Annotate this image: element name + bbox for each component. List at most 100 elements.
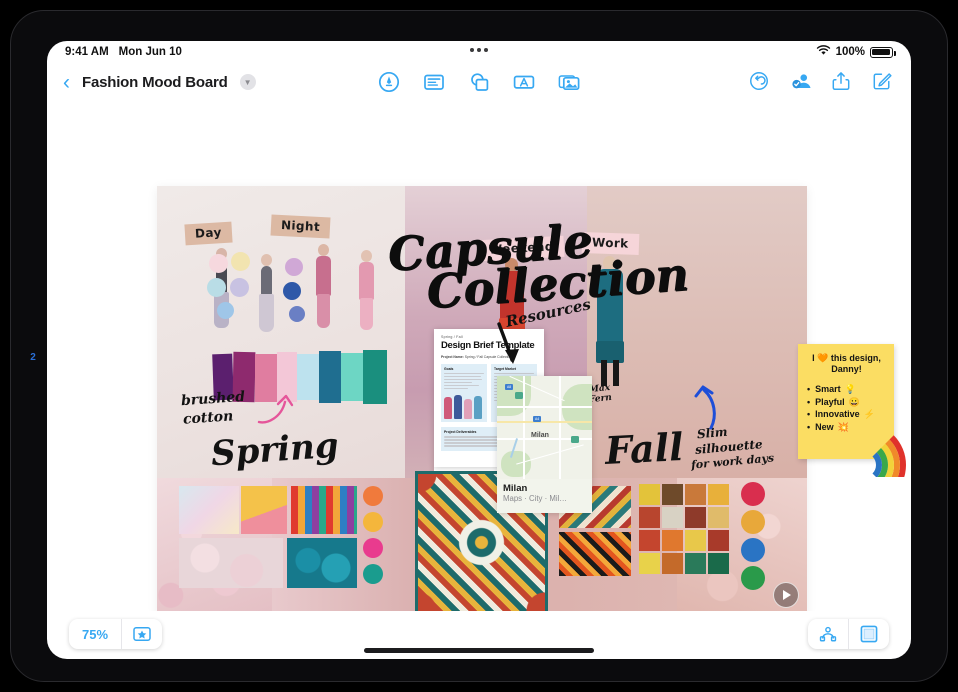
color-dot <box>363 538 383 558</box>
color-tile <box>662 553 683 574</box>
document-title[interactable]: Fashion Mood Board <box>82 74 228 91</box>
map-card-footer: Milan Maps · City · Mil… <box>497 479 592 513</box>
color-tile <box>639 530 660 551</box>
zoom-controls: 75% <box>69 619 163 649</box>
battery-icon <box>870 46 896 58</box>
map-card-title: Milan <box>503 483 528 494</box>
color-tile <box>685 507 706 528</box>
multitask-handle[interactable] <box>470 48 488 52</box>
color-dot <box>283 282 301 300</box>
bullet-text: New <box>815 422 834 433</box>
markup-pen-tool[interactable] <box>377 70 401 94</box>
handwriting-fall: Fall <box>603 423 685 474</box>
collage-photo <box>287 538 357 588</box>
device-bezel: 2 9:41 AM Mon Jun 10 100% ‹ Fashion Mood… <box>10 10 948 682</box>
navigation-bar: ‹ Fashion Mood Board ▼ <box>47 63 911 101</box>
play-button[interactable] <box>773 582 799 608</box>
media-tool[interactable] <box>557 70 581 94</box>
fashion-sketch-night-2 <box>349 250 383 332</box>
doc-column-goals: Goals <box>441 364 487 423</box>
color-tile <box>685 530 706 551</box>
status-bar-right: 100% <box>816 45 896 59</box>
mood-board[interactable]: Day Night Weekend Work brushed cotton Sp… <box>157 186 807 611</box>
color-tile <box>708 553 729 574</box>
color-dot <box>217 302 234 319</box>
color-dot <box>289 306 305 322</box>
zoom-level[interactable]: 75% <box>69 627 121 642</box>
fabric-swatch <box>341 353 363 401</box>
share-button[interactable] <box>830 70 854 94</box>
collage-photo <box>179 538 283 588</box>
handle-dot <box>484 48 488 52</box>
nav-left-group: ‹ Fashion Mood Board ▼ <box>63 72 256 93</box>
bottom-bar: 75% <box>47 611 911 659</box>
sticky-note[interactable]: I 🧡 this design, Danny! Smart 💡 Playful … <box>798 344 906 477</box>
color-tile <box>639 553 660 574</box>
sticky-bullet-new: New 💥 <box>807 421 886 434</box>
bullet-text: Smart <box>815 383 841 394</box>
status-bar-left: 9:41 AM Mon Jun 10 <box>65 46 182 58</box>
battery-percent: 100% <box>835 46 865 58</box>
play-triangle-icon <box>783 590 791 600</box>
resources-arrow-icon <box>497 322 519 364</box>
collage-photo <box>559 532 631 576</box>
handle-dot <box>477 48 481 52</box>
fashion-sketch-night <box>305 244 341 330</box>
map-city-label: Milan <box>531 432 549 439</box>
color-tile <box>639 484 660 505</box>
status-bar: 9:41 AM Mon Jun 10 100% <box>47 41 911 63</box>
color-dot <box>285 258 303 276</box>
view-controls <box>808 619 889 649</box>
compose-button[interactable] <box>871 70 895 94</box>
collage-photo <box>179 486 239 534</box>
map-card-subtitle-text: Maps · City · Mil… <box>503 494 568 503</box>
color-dot <box>363 512 383 532</box>
tape-label-night[interactable]: Night <box>270 214 331 239</box>
page-number-marker: 2 <box>30 351 36 363</box>
chevron-down-icon[interactable]: ▼ <box>239 74 256 90</box>
doc-col2-heading: Target Market <box>494 367 516 371</box>
bolt-icon: ⚡ <box>863 409 875 420</box>
status-date: Mon Jun 10 <box>118 46 182 58</box>
fabric-swatch <box>363 350 387 404</box>
burst-icon: 💥 <box>837 422 849 433</box>
fabric-swatch <box>297 354 319 400</box>
bullet-text: Innovative <box>815 409 860 420</box>
star-rect-icon <box>133 627 151 641</box>
tape-label-day[interactable]: Day <box>184 221 233 246</box>
undo-button[interactable] <box>748 70 772 94</box>
color-dot <box>363 486 383 506</box>
color-dot <box>230 278 249 297</box>
sticky-note-tool[interactable] <box>422 70 446 94</box>
color-tile <box>685 553 706 574</box>
collaborate-button[interactable] <box>789 70 813 94</box>
sticky-note-heading: I 🧡 this design, Danny! <box>807 353 886 375</box>
board-title-handwriting[interactable]: Capsule Collection <box>386 213 690 319</box>
bullet-text: Playful <box>815 396 845 407</box>
sticky-heading-line-1: I 🧡 this design, <box>812 353 881 363</box>
back-button[interactable]: ‹ <box>63 72 70 93</box>
home-indicator[interactable] <box>364 648 594 653</box>
color-dot <box>741 538 765 562</box>
favorite-button[interactable] <box>122 626 162 642</box>
sticky-heading-line-2: Danny! <box>831 363 862 374</box>
smiley-icon: 😀 <box>848 396 860 407</box>
sticky-note-bullets: Smart 💡 Playful 😀 Innovative ⚡ New <box>807 383 886 434</box>
map-preview-card[interactable]: Milan A4 A8 Milan Maps · City · Mil… <box>497 376 592 513</box>
color-dot <box>231 252 250 271</box>
text-box-tool[interactable] <box>512 70 536 94</box>
frame-button[interactable] <box>849 625 889 643</box>
color-tile <box>662 484 683 505</box>
node-path-button[interactable] <box>808 626 848 642</box>
doc-mini-figures <box>444 393 484 420</box>
fabric-swatch <box>319 351 341 403</box>
color-dot <box>209 254 228 273</box>
shapes-tool[interactable] <box>467 70 491 94</box>
color-dot <box>363 564 383 584</box>
canvas-area[interactable]: Day Night Weekend Work brushed cotton Sp… <box>47 101 911 611</box>
color-tile <box>708 507 729 528</box>
color-tile <box>662 507 683 528</box>
screen: 9:41 AM Mon Jun 10 100% ‹ Fashion Mood B… <box>47 41 911 659</box>
sticky-bullet-innovative: Innovative ⚡ <box>807 408 886 421</box>
toolbar-right <box>748 70 895 94</box>
